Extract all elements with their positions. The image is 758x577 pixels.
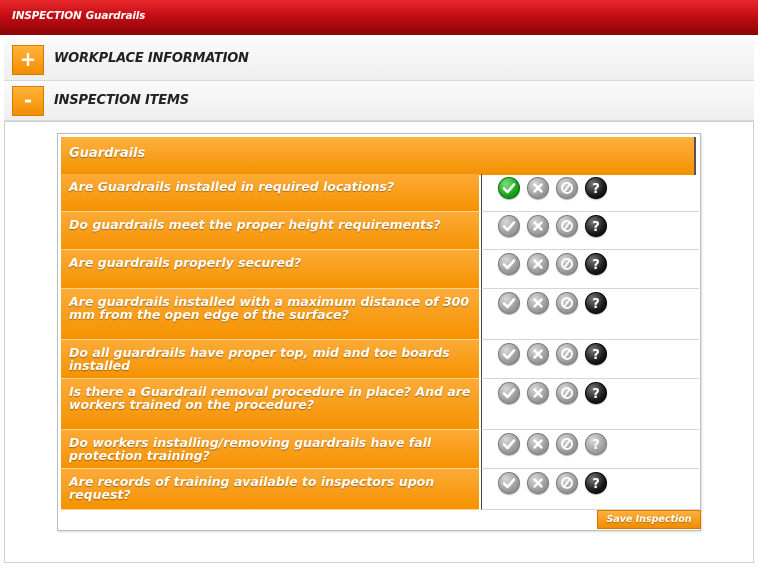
- check-icon[interactable]: [498, 382, 520, 404]
- check-icon[interactable]: [498, 253, 520, 275]
- question-row: Are records of training available to ins…: [61, 469, 699, 510]
- x-icon[interactable]: [527, 433, 549, 455]
- question-text: Are records of training available to ins…: [61, 469, 479, 510]
- save-inspection-button[interactable]: Save Inspection: [597, 510, 701, 529]
- group-header: Guardrails: [61, 137, 696, 175]
- question-icon[interactable]: ?: [585, 433, 607, 455]
- answer-buttons: ?: [498, 253, 614, 275]
- x-icon[interactable]: [527, 382, 549, 404]
- answer-buttons: ?: [498, 472, 614, 494]
- expand-toggle-button[interactable]: +: [12, 45, 44, 75]
- na-icon[interactable]: [556, 382, 578, 404]
- question-text: Do workers installing/removing guardrail…: [61, 430, 479, 469]
- question-text: Are Guardrails installed in required loc…: [61, 174, 479, 212]
- title-main: INSPECTION: [12, 10, 82, 22]
- check-icon[interactable]: [498, 215, 520, 237]
- answer-cell: ?: [481, 212, 699, 250]
- question-text: Do all guardrails have proper top, mid a…: [61, 340, 479, 379]
- x-icon[interactable]: [527, 292, 549, 314]
- na-icon[interactable]: [556, 343, 578, 365]
- question-row: Do all guardrails have proper top, mid a…: [61, 340, 699, 379]
- question-icon[interactable]: ?: [585, 472, 607, 494]
- check-icon[interactable]: [498, 177, 520, 199]
- inspection-table: Guardrails Are Guardrails installed in r…: [57, 133, 701, 531]
- x-icon[interactable]: [527, 472, 549, 494]
- na-icon[interactable]: [556, 292, 578, 314]
- answer-buttons: ?: [498, 382, 614, 404]
- question-text: Are guardrails properly secured?: [61, 250, 479, 289]
- check-icon[interactable]: [498, 472, 520, 494]
- na-icon[interactable]: [556, 215, 578, 237]
- x-icon[interactable]: [527, 343, 549, 365]
- question-icon[interactable]: ?: [585, 382, 607, 404]
- section-label: INSPECTION ITEMS: [54, 93, 189, 108]
- answer-buttons: ?: [498, 177, 614, 199]
- inspection-items-section[interactable]: - INSPECTION ITEMS: [4, 81, 754, 121]
- answer-buttons: ?: [498, 215, 614, 237]
- workplace-information-section[interactable]: + WORKPLACE INFORMATION: [4, 38, 754, 81]
- svg-text:?: ?: [592, 348, 600, 363]
- question-text: Is there a Guardrail removal procedure i…: [61, 379, 479, 430]
- section-label: WORKPLACE INFORMATION: [54, 51, 249, 66]
- answer-cell: ?: [481, 250, 699, 289]
- check-icon[interactable]: [498, 343, 520, 365]
- answer-cell: ?: [481, 340, 699, 379]
- answer-cell: ?: [481, 174, 699, 212]
- answer-buttons: ?: [498, 292, 614, 314]
- check-icon[interactable]: [498, 292, 520, 314]
- answer-cell: ?: [481, 469, 699, 510]
- question-row: Are Guardrails installed in required loc…: [61, 174, 699, 212]
- na-icon[interactable]: [556, 472, 578, 494]
- answer-buttons: ?: [498, 343, 614, 365]
- svg-text:?: ?: [592, 387, 600, 402]
- svg-text:?: ?: [592, 438, 600, 453]
- svg-text:?: ?: [592, 220, 600, 235]
- question-icon[interactable]: ?: [585, 253, 607, 275]
- question-icon[interactable]: ?: [585, 215, 607, 237]
- question-row: Do guardrails meet the proper height req…: [61, 212, 699, 250]
- question-icon[interactable]: ?: [585, 177, 607, 199]
- question-text: Do guardrails meet the proper height req…: [61, 212, 479, 250]
- svg-text:?: ?: [592, 297, 600, 312]
- x-icon[interactable]: [527, 253, 549, 275]
- answer-cell: ?: [481, 430, 699, 469]
- collapse-toggle-button[interactable]: -: [12, 86, 44, 116]
- answer-buttons: ?: [498, 433, 614, 455]
- title-bar: INSPECTION Guardrails: [0, 0, 758, 35]
- svg-text:?: ?: [592, 258, 600, 273]
- answer-cell: ?: [481, 379, 699, 430]
- question-row: Is there a Guardrail removal procedure i…: [61, 379, 699, 430]
- answer-cell: ?: [481, 289, 699, 340]
- question-row: Do workers installing/removing guardrail…: [61, 430, 699, 469]
- x-icon[interactable]: [527, 177, 549, 199]
- na-icon[interactable]: [556, 177, 578, 199]
- question-text: Are guardrails installed with a maximum …: [61, 289, 479, 340]
- question-icon[interactable]: ?: [585, 343, 607, 365]
- question-row: Are guardrails installed with a maximum …: [61, 289, 699, 340]
- svg-text:?: ?: [592, 477, 600, 492]
- check-icon[interactable]: [498, 433, 520, 455]
- svg-text:?: ?: [592, 182, 600, 197]
- question-icon[interactable]: ?: [585, 292, 607, 314]
- x-icon[interactable]: [527, 215, 549, 237]
- na-icon[interactable]: [556, 253, 578, 275]
- title-sub: Guardrails: [85, 10, 146, 22]
- na-icon[interactable]: [556, 433, 578, 455]
- question-row: Are guardrails properly secured??: [61, 250, 699, 289]
